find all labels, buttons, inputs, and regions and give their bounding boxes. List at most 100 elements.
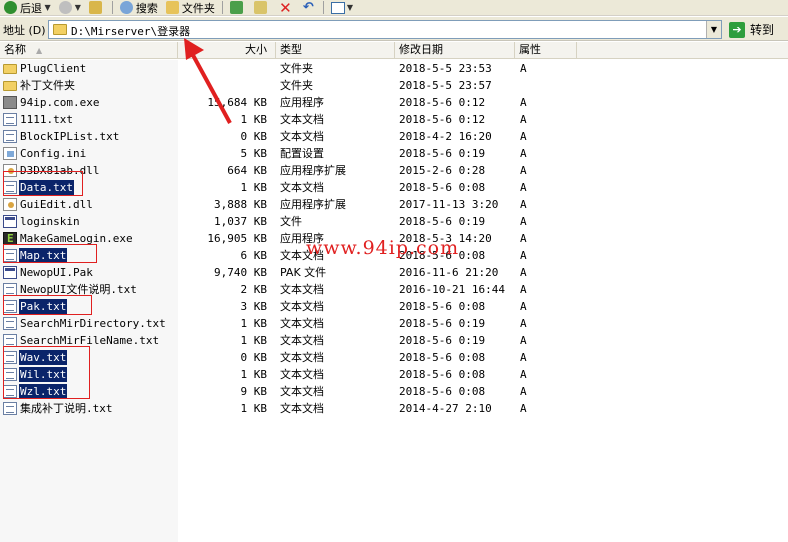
file-type: 文件夹	[280, 62, 313, 75]
file-type: 文件夹	[280, 79, 313, 92]
column-header-attributes[interactable]: 属性	[515, 42, 577, 59]
file-size: 0 KB	[240, 351, 268, 364]
file-type: 文本文档	[280, 300, 324, 313]
file-name[interactable]: 补丁文件夹	[19, 78, 76, 93]
file-attributes: A	[520, 96, 527, 109]
delete-button[interactable]: ✕	[274, 0, 297, 16]
file-type: 文本文档	[280, 181, 324, 194]
file-row[interactable]: Pak.txt 3 KB 文本文档 2018-5-6 0:08 A	[0, 298, 788, 315]
file-modified-date: 2015-2-6 0:28	[399, 164, 486, 177]
file-attributes: A	[520, 232, 527, 245]
file-name[interactable]: SearchMirDirectory.txt	[19, 316, 167, 331]
back-arrow-icon	[4, 1, 17, 14]
back-button[interactable]: 后退 ▼	[0, 0, 55, 16]
column-header-type[interactable]: 类型	[276, 42, 395, 59]
file-name[interactable]: 集成补丁说明.txt	[19, 401, 114, 416]
address-input[interactable]: D:\Mirserver\登录器 ▼	[48, 20, 722, 39]
file-row[interactable]: Wzl.txt 9 KB 文本文档 2018-5-6 0:08 A	[0, 383, 788, 400]
file-modified-date: 2018-5-6 0:19	[399, 317, 486, 330]
file-size: 5 KB	[240, 147, 268, 160]
file-attributes: A	[520, 402, 527, 415]
file-row[interactable]: PlugClient 文件夹 2018-5-5 23:53 A	[0, 60, 788, 77]
file-modified-date: 2018-5-6 0:12	[399, 96, 486, 109]
file-name[interactable]: BlockIPList.txt	[19, 129, 120, 144]
red-highlight-box	[3, 346, 90, 399]
go-label: 转到	[750, 23, 775, 37]
text-file-icon	[3, 113, 17, 126]
copy-to-button[interactable]	[250, 0, 274, 16]
file-row[interactable]: 1111.txt 1 KB 文本文档 2018-5-6 0:12 A	[0, 111, 788, 128]
views-icon	[330, 1, 345, 14]
exe-icon	[3, 96, 17, 109]
file-row[interactable]: NewopUI.Pak 9,740 KB PAK 文件 2016-11-6 21:20…	[0, 264, 788, 281]
move-to-button[interactable]	[226, 0, 250, 16]
column-modified-label: 修改日期	[399, 43, 443, 56]
file-name[interactable]: loginskin	[19, 214, 81, 229]
file-row[interactable]: Wav.txt 0 KB 文本文档 2018-5-6 0:08 A	[0, 349, 788, 366]
file-row[interactable]: Config.ini 5 KB 配置设置 2018-5-6 0:19 A	[0, 145, 788, 162]
views-button[interactable]: ▼	[327, 0, 357, 16]
file-name[interactable]: Config.ini	[19, 146, 87, 161]
file-row[interactable]: D3DX81ab.dll 664 KB 应用程序扩展 2015-2-6 0:28 A	[0, 162, 788, 179]
file-list: PlugClient 文件夹 2018-5-5 23:53 A 补丁文件夹 文件夹 2018…	[0, 60, 788, 542]
file-type: PAK 文件	[280, 266, 327, 279]
file-type: 文本文档	[280, 113, 324, 126]
go-arrow-icon: ➔	[729, 21, 745, 38]
red-arrow-annotation	[184, 38, 232, 124]
generic-file-icon	[3, 266, 17, 279]
file-row[interactable]: loginskin 1,037 KB 文件 2018-5-6 0:19 A	[0, 213, 788, 230]
column-header-row: 名称 ▲ 大小 类型 修改日期 属性	[0, 42, 788, 59]
column-header-modified[interactable]: 修改日期	[395, 42, 515, 59]
file-row[interactable]: Data.txt 1 KB 文本文档 2018-5-6 0:08 A	[0, 179, 788, 196]
up-folder-button[interactable]	[85, 0, 109, 16]
sort-ascending-icon: ▲	[36, 46, 43, 55]
address-label: 地址 (D)	[3, 24, 46, 37]
file-row[interactable]: NewopUI文件说明.txt 2 KB 文本文档 2016-10-21 16:44 A	[0, 281, 788, 298]
toolbar: 后退 ▼ ▼ 搜索 文件夹 ✕ ↶ ▼	[0, 0, 788, 16]
file-modified-date: 2018-5-6 0:12	[399, 113, 486, 126]
forward-arrow-icon	[58, 1, 72, 14]
address-path[interactable]: D:\Mirserver\登录器	[71, 23, 190, 39]
toolbar-separator	[322, 1, 324, 14]
file-name[interactable]: NewopUI.Pak	[19, 265, 94, 280]
file-row[interactable]: SearchMirDirectory.txt 1 KB 文本文档 2018-5-6 0…	[0, 315, 788, 332]
file-row[interactable]: 94ip.com.exe 15,684 KB 应用程序 2018-5-6 0:12 A	[0, 94, 788, 111]
file-name[interactable]: GuiEdit.dll	[19, 197, 94, 212]
views-dropdown-icon: ▼	[346, 3, 354, 12]
file-row[interactable]: 集成补丁说明.txt 1 KB 文本文档 2014-4-27 2:10 A	[0, 400, 788, 417]
file-size: 0 KB	[240, 130, 268, 143]
file-attributes: A	[520, 283, 527, 296]
file-row[interactable]: Wil.txt 1 KB 文本文档 2018-5-6 0:08 A	[0, 366, 788, 383]
search-button[interactable]: 搜索	[116, 0, 162, 16]
text-file-icon	[3, 402, 17, 415]
search-icon	[119, 1, 133, 14]
file-name[interactable]: PlugClient	[19, 61, 87, 76]
back-label: 后退	[20, 1, 42, 15]
file-type: 文本文档	[280, 317, 324, 330]
forward-button[interactable]: ▼	[55, 0, 85, 16]
file-row[interactable]: GuiEdit.dll 3,888 KB 应用程序扩展 2017-11-13 3:20…	[0, 196, 788, 213]
watermark-text: www.94ip.com	[306, 237, 460, 259]
file-row[interactable]: 补丁文件夹 文件夹 2018-5-5 23:57	[0, 77, 788, 94]
file-name[interactable]: 94ip.com.exe	[19, 95, 100, 110]
column-header-name[interactable]: 名称 ▲	[0, 42, 178, 59]
folders-icon	[165, 1, 179, 14]
forward-dropdown-icon[interactable]: ▼	[75, 3, 81, 12]
column-type-label: 类型	[280, 43, 302, 56]
file-type: 文本文档	[280, 283, 324, 296]
folder-icon	[3, 64, 17, 74]
file-modified-date: 2018-5-6 0:08	[399, 368, 486, 381]
address-dropdown-icon[interactable]: ▼	[706, 21, 721, 38]
folders-button[interactable]: 文件夹	[162, 0, 219, 16]
file-attributes: A	[520, 164, 527, 177]
file-name[interactable]: 1111.txt	[19, 112, 74, 127]
back-dropdown-icon[interactable]: ▼	[42, 3, 51, 12]
file-row[interactable]: BlockIPList.txt 0 KB 文本文档 2018-4-2 16:20 A	[0, 128, 788, 145]
undo-button[interactable]: ↶	[297, 0, 320, 16]
dll-file-icon	[3, 198, 17, 211]
file-modified-date: 2018-5-6 0:08	[399, 181, 486, 194]
file-type: 文本文档	[280, 402, 324, 415]
go-button[interactable]: ➔ 转到	[729, 20, 785, 39]
file-row[interactable]: SearchMirFileName.txt 1 KB 文本文档 2018-5-6 0:…	[0, 332, 788, 349]
file-modified-date: 2018-5-6 0:08	[399, 351, 486, 364]
